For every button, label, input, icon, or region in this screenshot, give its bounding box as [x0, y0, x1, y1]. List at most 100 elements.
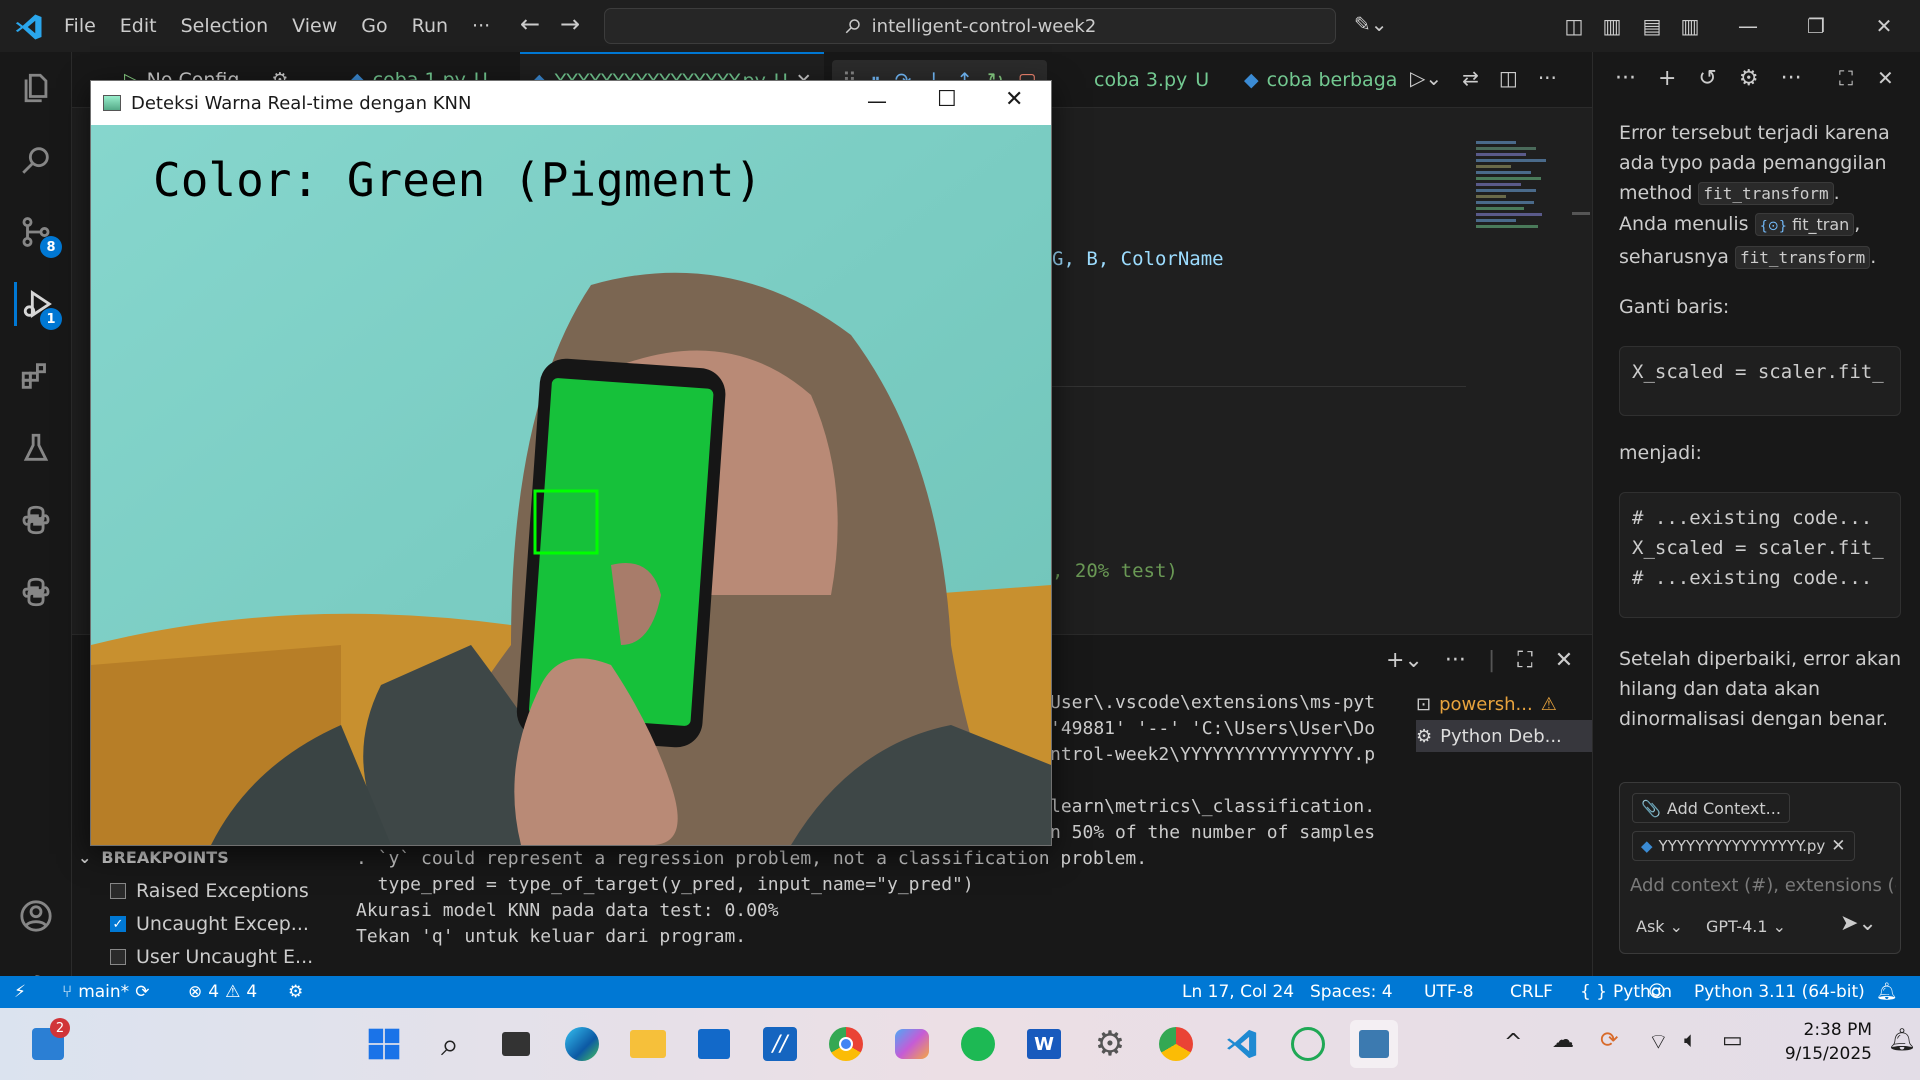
send-icon[interactable]: ➤⌄: [1840, 911, 1877, 936]
menu-run[interactable]: Run: [400, 15, 460, 37]
account-icon[interactable]: [14, 894, 58, 938]
run-file-icon[interactable]: ▷⌄: [1410, 66, 1442, 90]
cloud-icon[interactable]: ☁: [1552, 1028, 1574, 1053]
minimize-icon[interactable]: —: [867, 89, 887, 113]
volume-icon[interactable]: 🔈︎: [1684, 1028, 1697, 1053]
code-reference[interactable]: {⊙} fit_tran: [1754, 213, 1855, 236]
close-icon[interactable]: ✕: [1005, 87, 1023, 112]
forward-arrow-icon[interactable]: →: [560, 10, 580, 38]
close-panel-icon[interactable]: ✕: [1555, 648, 1573, 673]
close-icon[interactable]: ✕: [1862, 8, 1906, 44]
battery-icon[interactable]: ▭: [1722, 1028, 1743, 1053]
tab-coba-berbaga[interactable]: ◆ coba berbaga: [1232, 52, 1409, 108]
history-icon[interactable]: ↺: [1698, 66, 1716, 91]
cursor-position[interactable]: Ln 17, Col 24: [1182, 976, 1294, 1008]
python-interpreter[interactable]: Python 3.11 (64-bit): [1694, 976, 1865, 1008]
minimize-icon[interactable]: —: [1726, 8, 1770, 44]
context-file-chip[interactable]: ◆ YYYYYYYYYYYYYYYY.py ✕: [1632, 831, 1855, 861]
code-line[interactable]: , 20% test): [1052, 560, 1178, 582]
branch-indicator[interactable]: ⑂ main* ⟳: [62, 976, 149, 1008]
clock[interactable]: 2:38 PM 9/15/2025: [1772, 1018, 1872, 1066]
search-icon[interactable]: [14, 138, 58, 182]
menu-selection[interactable]: Selection: [169, 15, 281, 37]
maximize-icon[interactable]: ⛶: [1839, 66, 1853, 90]
maximize-icon[interactable]: ☐: [937, 87, 957, 112]
add-context-button[interactable]: 📎 Add Context...: [1632, 793, 1790, 823]
debug-status-icon[interactable]: ⚙: [288, 976, 303, 1008]
indentation[interactable]: Spaces: 4: [1310, 976, 1393, 1008]
new-chat-icon[interactable]: +: [1658, 66, 1676, 91]
settings-icon[interactable]: ⚙: [1739, 66, 1759, 91]
menu-edit[interactable]: Edit: [108, 15, 169, 37]
command-center-search[interactable]: intelligent-control-week2: [604, 8, 1336, 44]
model-select[interactable]: GPT-4.1 ⌄: [1706, 917, 1786, 936]
settings-icon[interactable]: ⚙: [1086, 1020, 1134, 1068]
encoding[interactable]: UTF-8: [1424, 976, 1474, 1008]
line-ending[interactable]: CRLF: [1510, 976, 1553, 1008]
code-block[interactable]: X_scaled = scaler.fit_: [1619, 346, 1901, 416]
wifi-icon[interactable]: ⌔: [1648, 1028, 1669, 1056]
store-icon[interactable]: [690, 1020, 738, 1068]
more-actions-icon[interactable]: ···: [1538, 66, 1557, 90]
close-icon[interactable]: ✕: [1877, 66, 1894, 90]
chevron-up-icon[interactable]: ^: [1504, 1030, 1522, 1055]
copilot-status-icon[interactable]: ☺: [1648, 976, 1666, 1008]
back-arrow-icon[interactable]: ←: [520, 10, 540, 38]
tab-coba-3[interactable]: coba 3.py U: [1082, 52, 1221, 108]
testing-icon[interactable]: [14, 426, 58, 470]
chrome-icon[interactable]: [822, 1020, 870, 1068]
terminal-item-python-debug[interactable]: ⚙ Python Deb...: [1416, 720, 1592, 752]
more-actions-icon[interactable]: ···: [1445, 648, 1466, 673]
code-block[interactable]: # ...existing code... X_scaled = scaler.…: [1619, 492, 1901, 618]
opencv-window-titlebar[interactable]: Deteksi Warna Real-time dengan KNN — ☐ ✕: [91, 81, 1051, 125]
mode-select[interactable]: Ask ⌄: [1636, 917, 1683, 936]
breakpoint-item[interactable]: ✓ Uncaught Excep...: [110, 913, 309, 935]
more-actions-icon[interactable]: ···: [1781, 66, 1802, 91]
python-window-icon[interactable]: [1350, 1020, 1398, 1068]
edge-icon[interactable]: [558, 1020, 606, 1068]
run-debug-icon[interactable]: 1: [14, 282, 62, 330]
source-control-icon[interactable]: 8: [14, 210, 62, 258]
compare-icon[interactable]: ⇄: [1462, 66, 1479, 90]
more-icon[interactable]: ···: [1615, 66, 1636, 91]
breakpoint-item[interactable]: User Uncaught E...: [110, 946, 313, 968]
whatsapp-icon[interactable]: [1284, 1020, 1332, 1068]
checkbox-checked[interactable]: ✓: [110, 916, 126, 932]
toggle-secondary-sidebar-icon[interactable]: ▥: [1668, 8, 1712, 44]
toggle-sidebar-icon[interactable]: ▥: [1590, 8, 1634, 44]
new-terminal-icon[interactable]: +⌄: [1386, 648, 1423, 673]
notifications-bell-icon[interactable]: 🔔︎: [1876, 976, 1898, 1008]
scrollbar-thumb[interactable]: [1572, 212, 1590, 215]
chat-input[interactable]: Add context (#), extensions (@: [1630, 875, 1896, 896]
menu-go[interactable]: Go: [349, 15, 399, 37]
problems-indicator[interactable]: ⊗ 4 ⚠ 4: [188, 976, 257, 1008]
python-env-icon[interactable]: [14, 570, 58, 614]
notification-center-icon[interactable]: 🔔︎: [1888, 1028, 1916, 1053]
app-icon[interactable]: //: [756, 1020, 804, 1068]
minimap[interactable]: [1476, 138, 1556, 318]
copilot-icon[interactable]: ✎⌄: [1354, 12, 1388, 36]
file-explorer-icon[interactable]: [624, 1020, 672, 1068]
extensions-icon[interactable]: [14, 354, 58, 398]
vscode-taskbar-icon[interactable]: [1218, 1020, 1266, 1068]
chrome-profile-icon[interactable]: [1152, 1020, 1200, 1068]
checkbox[interactable]: [110, 949, 126, 965]
code-line[interactable]: G, B, ColorName: [1052, 248, 1224, 270]
menu-file[interactable]: File: [52, 15, 108, 37]
split-editor-icon[interactable]: ◫: [1499, 66, 1518, 90]
menu-view[interactable]: View: [280, 15, 349, 37]
terminal-item-powershell[interactable]: ⊡ powersh... ⚠: [1416, 688, 1592, 720]
breakpoint-item[interactable]: Raised Exceptions: [110, 880, 309, 902]
explorer-icon[interactable]: [14, 66, 58, 110]
start-icon[interactable]: [360, 1020, 408, 1068]
restore-icon[interactable]: ❐: [1794, 8, 1838, 44]
search-icon[interactable]: ⌕: [426, 1020, 474, 1068]
menu-more[interactable]: ···: [460, 15, 502, 37]
remote-icon[interactable]: ⚡: [14, 976, 26, 1008]
task-view-icon[interactable]: [492, 1020, 540, 1068]
python-icon[interactable]: [14, 498, 58, 542]
notification-app-icon[interactable]: 2: [24, 1018, 72, 1068]
remove-context-icon[interactable]: ✕: [1831, 836, 1845, 856]
sync-app-icon[interactable]: ⟳: [1600, 1028, 1618, 1053]
spotify-icon[interactable]: [954, 1020, 1002, 1068]
